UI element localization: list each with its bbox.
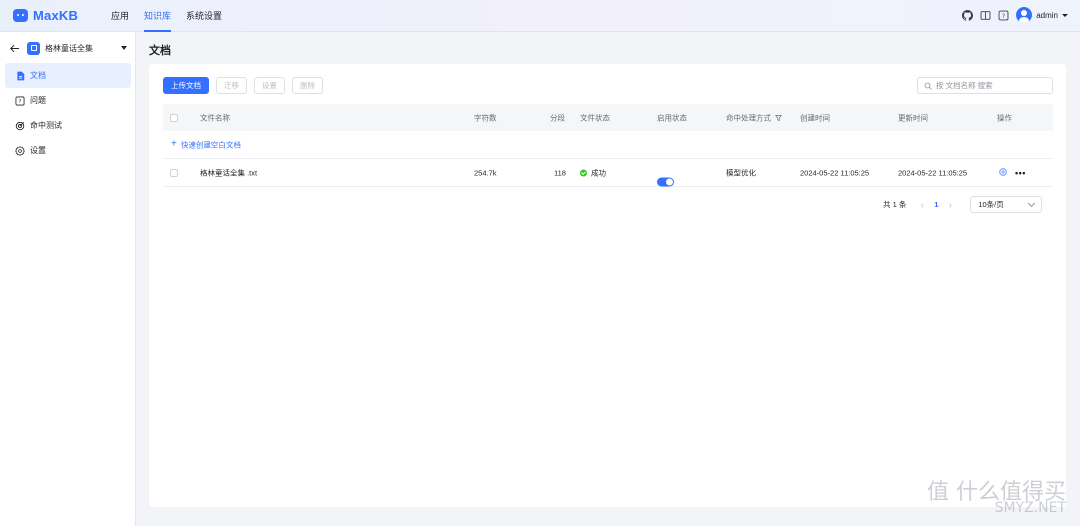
settings-icon[interactable] bbox=[999, 167, 1007, 178]
documents-table: 文件名称 字符数 分段 文件状态 启用状态 命中处理方式 创建时间 更新时间 操… bbox=[163, 104, 1053, 187]
search-icon bbox=[924, 82, 932, 90]
top-bar: MaxKB 应用 知识库 系统设置 ? admin bbox=[0, 0, 1080, 32]
gear-icon bbox=[15, 145, 25, 156]
migrate-button[interactable]: 迁移 bbox=[216, 77, 247, 94]
quick-create-label: 快速创建空白文档 bbox=[180, 140, 241, 149]
file-name[interactable]: 格林童话全集 .txt bbox=[200, 167, 257, 178]
header-file-status: 文件状态 bbox=[580, 113, 610, 122]
nav-item-system-settings[interactable]: 系统设置 bbox=[186, 0, 222, 32]
page-number[interactable]: 1 bbox=[928, 200, 944, 209]
delete-button[interactable]: 删除 bbox=[292, 77, 323, 94]
svg-text:?: ? bbox=[19, 99, 22, 105]
user-avatar[interactable] bbox=[1016, 7, 1033, 23]
caret-down-icon[interactable] bbox=[121, 46, 127, 50]
knowledge-base-icon bbox=[27, 41, 40, 55]
user-name[interactable]: admin bbox=[1036, 11, 1058, 20]
quick-create-row: + 快速创建空白文档 bbox=[163, 131, 1053, 159]
sidebar-item-label: 命中测试 bbox=[30, 121, 62, 130]
page-size-value: 10条/页 bbox=[978, 200, 1004, 209]
enable-toggle[interactable] bbox=[657, 177, 674, 186]
header-segments[interactable]: 分段 bbox=[550, 112, 565, 123]
success-icon bbox=[580, 169, 587, 177]
table-header: 文件名称 字符数 分段 文件状态 启用状态 命中处理方式 创建时间 更新时间 操… bbox=[163, 104, 1053, 131]
header-updated-time[interactable]: 更新时间 bbox=[898, 112, 928, 123]
pagination-total: 共 1 条 bbox=[883, 200, 907, 209]
filter-icon[interactable] bbox=[775, 115, 782, 122]
documents-card: 上传文档 迁移 设置 删除 文件名称 字符数 分段 文件状态 启用状态 命中处理… bbox=[149, 64, 1066, 507]
pagination: 共 1 条 ‹ 1 › 10条/页 bbox=[883, 196, 1043, 213]
help-icon[interactable]: ? bbox=[998, 10, 1009, 21]
segment-count: 118 bbox=[554, 168, 566, 177]
svg-text:?: ? bbox=[1002, 12, 1005, 19]
file-status: 成功 bbox=[580, 167, 606, 178]
app-logo[interactable]: MaxKB bbox=[13, 8, 78, 23]
logo-icon bbox=[13, 9, 28, 22]
sidebar-item-label: 文档 bbox=[30, 71, 46, 80]
hit-mode: 模型优化 bbox=[726, 168, 756, 177]
book-icon[interactable] bbox=[980, 10, 991, 21]
chevron-down-icon[interactable] bbox=[1062, 13, 1068, 17]
updated-time: 2024-05-22 11:05:25 bbox=[898, 168, 968, 177]
target-icon bbox=[15, 121, 25, 131]
header-file-name: 文件名称 bbox=[200, 113, 230, 122]
logo-text: MaxKB bbox=[33, 8, 79, 23]
watermark: 值 什么值得买 SMYZ.NET bbox=[927, 474, 1066, 516]
settings-button[interactable]: 设置 bbox=[254, 77, 285, 94]
sidebar: 格林童话全集 文档 ? 问题 命中测试 设置 bbox=[0, 32, 136, 526]
page-size-select[interactable]: 10条/页 bbox=[970, 196, 1043, 213]
file-status-label: 成功 bbox=[591, 168, 606, 177]
sidebar-item-questions[interactable]: ? 问题 bbox=[5, 88, 131, 113]
back-arrow-icon[interactable] bbox=[9, 43, 20, 54]
header-char-count[interactable]: 字符数 bbox=[474, 112, 497, 123]
question-icon: ? bbox=[15, 96, 25, 106]
chevron-down-icon bbox=[1028, 199, 1036, 207]
next-page-icon[interactable]: › bbox=[944, 200, 956, 210]
knowledge-base-selector[interactable]: 格林童话全集 bbox=[9, 40, 127, 56]
sidebar-item-label: 问题 bbox=[30, 96, 46, 105]
more-icon[interactable]: ••• bbox=[1015, 168, 1026, 178]
header-enable-status: 启用状态 bbox=[657, 113, 687, 122]
plus-icon: + bbox=[171, 138, 177, 150]
search-input[interactable] bbox=[936, 81, 1046, 90]
prev-page-icon[interactable]: ‹ bbox=[916, 200, 928, 210]
nav-item-knowledge[interactable]: 知识库 bbox=[144, 0, 172, 32]
upload-document-button[interactable]: 上传文档 bbox=[163, 77, 209, 94]
table-row[interactable]: 格林童话全集 .txt 254.7k 118 成功 模型优化 2024-05-2… bbox=[163, 159, 1053, 187]
nav-item-apps[interactable]: 应用 bbox=[111, 0, 129, 32]
quick-create-button[interactable]: + 快速创建空白文档 bbox=[171, 139, 241, 150]
search-box bbox=[917, 77, 1053, 94]
sidebar-menu: 文档 ? 问题 命中测试 设置 bbox=[5, 63, 131, 163]
document-toolbar: 上传文档 迁移 设置 删除 bbox=[163, 77, 323, 94]
page-title: 文档 bbox=[149, 45, 171, 57]
row-checkbox[interactable] bbox=[170, 168, 178, 177]
header-created-time[interactable]: 创建时间 bbox=[800, 112, 830, 123]
char-count: 254.7k bbox=[474, 168, 497, 177]
github-icon[interactable] bbox=[962, 9, 974, 21]
header-hit-mode[interactable]: 命中处理方式 bbox=[726, 112, 782, 123]
main-nav: 应用 知识库 系统设置 bbox=[111, 0, 237, 32]
header-hit-mode-label: 命中处理方式 bbox=[726, 113, 771, 122]
sidebar-item-settings[interactable]: 设置 bbox=[5, 138, 131, 163]
row-actions: ••• bbox=[999, 168, 1026, 178]
knowledge-base-name: 格林童话全集 bbox=[45, 43, 93, 53]
sidebar-item-documents[interactable]: 文档 bbox=[5, 63, 131, 88]
sidebar-item-hit-test[interactable]: 命中测试 bbox=[5, 113, 131, 138]
top-right-actions: ? admin bbox=[962, 7, 1068, 23]
created-time: 2024-05-22 11:05:25 bbox=[800, 168, 870, 177]
sidebar-item-label: 设置 bbox=[30, 146, 46, 155]
select-all-checkbox[interactable] bbox=[170, 113, 178, 122]
document-icon bbox=[15, 71, 25, 81]
header-actions: 操作 bbox=[997, 113, 1012, 122]
